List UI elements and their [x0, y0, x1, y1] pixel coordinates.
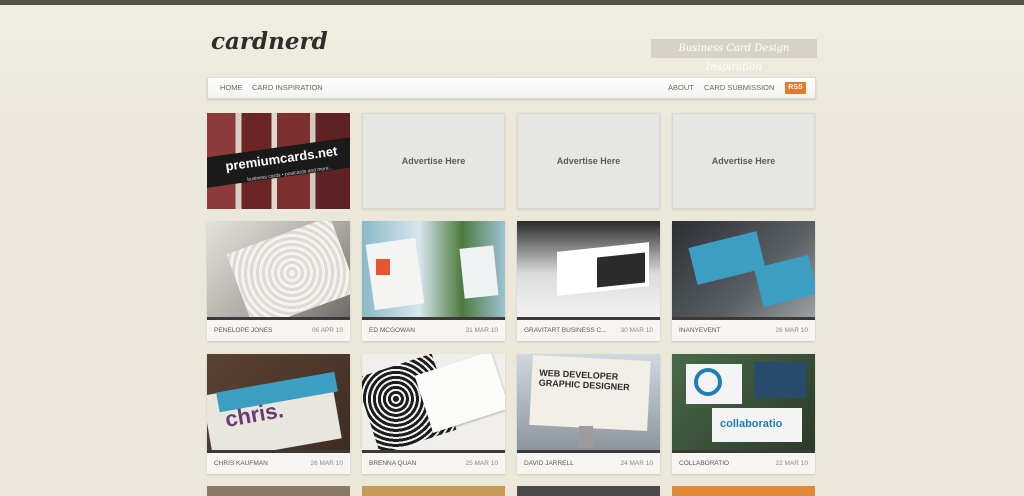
card-tile[interactable]: WEB DEVELOPER GRAPHIC DESIGNER DAVID JARR… [517, 354, 660, 474]
card-date: 06 APR 10 [311, 327, 343, 334]
rss-button[interactable]: RSS [785, 82, 806, 94]
card-caption: GRAVITART BUSINESS C... 30 MAR 10 [517, 320, 660, 341]
site-tagline: Business Card Design Inspiration [651, 39, 817, 73]
card-thumbnail[interactable]: chris. [207, 354, 350, 450]
card-tile-partial[interactable] [517, 486, 660, 496]
card-caption: DAVID JARRELL 24 MAR 10 [517, 453, 660, 474]
card-thumbnail[interactable]: WEB DEVELOPER GRAPHIC DESIGNER [517, 354, 660, 450]
card-date: 31 MAR 10 [465, 327, 498, 334]
card-name[interactable]: INANYEVENT [679, 320, 721, 341]
card-name[interactable]: PENELOPE JONES [214, 320, 273, 341]
card-thumbnail[interactable] [362, 221, 505, 317]
card-caption: PENELOPE JONES 06 APR 10 [207, 320, 350, 341]
card-name[interactable]: CHRIS KAUFMAN [214, 453, 268, 474]
card-date: 22 MAR 10 [775, 460, 808, 467]
card-tile-partial[interactable] [207, 486, 350, 496]
advertise-slot[interactable]: Advertise Here [362, 113, 505, 209]
card-thumbnail[interactable] [207, 221, 350, 317]
premiumcards-ad[interactable]: premiumcards.net business cards • postca… [207, 113, 350, 209]
nav-card-submission[interactable]: CARD SUBMISSION [704, 78, 774, 98]
card-caption: ED MCGOWAN 31 MAR 10 [362, 320, 505, 341]
card-name[interactable]: ED MCGOWAN [369, 320, 415, 341]
card-caption: CHRIS KAUFMAN 26 MAR 10 [207, 453, 350, 474]
card-caption: COLLABORATIO 22 MAR 10 [672, 453, 815, 474]
card-tile[interactable]: BRENNA QUAN 25 MAR 10 [362, 354, 505, 474]
card-tile[interactable]: INANYEVENT 26 MAR 10 [672, 221, 815, 341]
card-tile[interactable]: PENELOPE JONES 06 APR 10 [207, 221, 350, 341]
card-tile[interactable]: ED MCGOWAN 31 MAR 10 [362, 221, 505, 341]
card-thumbnail[interactable]: collaboratio [672, 354, 815, 450]
card-thumbnail[interactable] [517, 221, 660, 317]
card-date: 24 MAR 10 [620, 460, 653, 467]
card-date: 26 MAR 10 [775, 327, 808, 334]
card-name[interactable]: GRAVITART BUSINESS C... [524, 320, 607, 341]
nav-about[interactable]: ABOUT [668, 78, 694, 98]
nav-home[interactable]: HOME [220, 78, 243, 98]
card-caption: BRENNA QUAN 25 MAR 10 [362, 453, 505, 474]
advertise-slot[interactable]: Advertise Here [672, 113, 815, 209]
main-nav: HOME CARD INSPIRATION ABOUT CARD SUBMISS… [207, 77, 816, 99]
card-caption: INANYEVENT 26 MAR 10 [672, 320, 815, 341]
header-background [0, 5, 1024, 125]
card-thumbnail[interactable] [672, 221, 815, 317]
card-thumbnail[interactable] [362, 354, 505, 450]
card-tile[interactable]: collaboratio COLLABORATIO 22 MAR 10 [672, 354, 815, 474]
card-date: 25 MAR 10 [465, 460, 498, 467]
card-tile-partial[interactable] [672, 486, 815, 496]
nav-card-inspiration[interactable]: CARD INSPIRATION [252, 78, 323, 98]
card-tile[interactable]: chris. CHRIS KAUFMAN 26 MAR 10 [207, 354, 350, 474]
card-tile[interactable]: GRAVITART BUSINESS C... 30 MAR 10 [517, 221, 660, 341]
card-date: 26 MAR 10 [310, 460, 343, 467]
card-date: 30 MAR 10 [620, 327, 653, 334]
card-name[interactable]: BRENNA QUAN [369, 453, 416, 474]
card-name[interactable]: COLLABORATIO [679, 453, 729, 474]
site-logo[interactable]: cardnerd [211, 28, 328, 55]
card-name[interactable]: DAVID JARRELL [524, 453, 574, 474]
advertise-slot[interactable]: Advertise Here [517, 113, 660, 209]
card-tile-partial[interactable] [362, 486, 505, 496]
